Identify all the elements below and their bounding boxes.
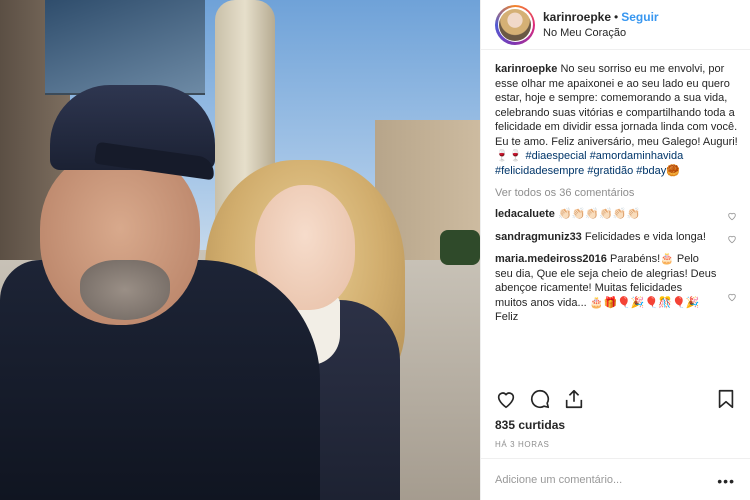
comment-username[interactable]: ledacaluete: [495, 208, 555, 220]
hashtag-link[interactable]: #bday: [636, 165, 666, 177]
more-options-icon[interactable]: •••: [717, 473, 735, 489]
comment-item: maria.medeiross2016 Parabéns!🎂 Pelo seu …: [495, 252, 741, 325]
hashtag-link[interactable]: #felicidadesempre: [495, 165, 584, 177]
share-icon[interactable]: [563, 388, 585, 410]
follow-button[interactable]: Seguir: [621, 10, 658, 24]
caption-text: No seu sorriso eu me envolvi, por esse o…: [495, 63, 738, 162]
comment-username[interactable]: sandragmuniz33: [495, 231, 582, 243]
heart-icon[interactable]: [727, 211, 737, 221]
comment-username[interactable]: maria.medeiross2016: [495, 253, 607, 265]
comment-item: sandragmuniz33 Felicidades e vida longa!: [495, 230, 741, 245]
header-username[interactable]: karinroepke: [543, 10, 611, 24]
comment-item: ledacaluete 👏🏻👏🏻👏🏻👏🏻👏🏻👏🏻: [495, 207, 741, 222]
bookmark-icon[interactable]: [715, 388, 737, 410]
comment-icon[interactable]: [529, 388, 551, 410]
avatar-image: [499, 8, 531, 41]
comment-text: 👏🏻👏🏻👏🏻👏🏻👏🏻👏🏻: [557, 208, 641, 220]
hashtag-link[interactable]: #diaespecial: [525, 150, 586, 162]
heart-icon[interactable]: [727, 234, 737, 244]
header-separator: •: [614, 9, 619, 24]
view-all-comments-link[interactable]: Ver todos os 36 comentários: [495, 187, 741, 199]
heart-icon[interactable]: [727, 292, 737, 302]
heart-icon[interactable]: [495, 388, 517, 410]
comment-text: Felicidades e vida longa!: [584, 230, 706, 243]
post-timestamp: HÁ 3 HORAS: [495, 440, 550, 449]
post-caption: karinroepke No seu sorriso eu me envolvi…: [495, 62, 741, 178]
caption-tail-emoji: 🥮: [666, 164, 680, 177]
post-side-panel: karinroepke • Seguir No Meu Coração karinr…: [480, 0, 750, 500]
add-comment-bar: •••: [481, 458, 750, 500]
photo-man-beard: [80, 260, 170, 320]
post-location[interactable]: No Meu Coração: [543, 25, 659, 41]
caption-username[interactable]: karinroepke: [495, 63, 557, 75]
instagram-post: karinroepke • Seguir No Meu Coração karinr…: [0, 0, 750, 500]
post-header: karinroepke • Seguir No Meu Coração: [481, 0, 750, 50]
header-text: karinroepke • Seguir No Meu Coração: [543, 9, 659, 41]
post-photo[interactable]: [0, 0, 480, 500]
avatar-inner: [497, 7, 533, 42]
photo-hedge: [440, 230, 480, 265]
comment-input[interactable]: [495, 473, 715, 486]
likes-count[interactable]: 835 curtidas: [495, 418, 565, 432]
hashtag-link[interactable]: #amordaminhavida: [590, 150, 684, 162]
photo-billboard: [45, 0, 205, 95]
action-bar: [495, 385, 737, 413]
hashtag-link[interactable]: #gratidão: [587, 165, 633, 177]
avatar[interactable]: [495, 4, 535, 45]
comments-section[interactable]: karinroepke No seu sorriso eu me envolvi…: [495, 62, 741, 380]
